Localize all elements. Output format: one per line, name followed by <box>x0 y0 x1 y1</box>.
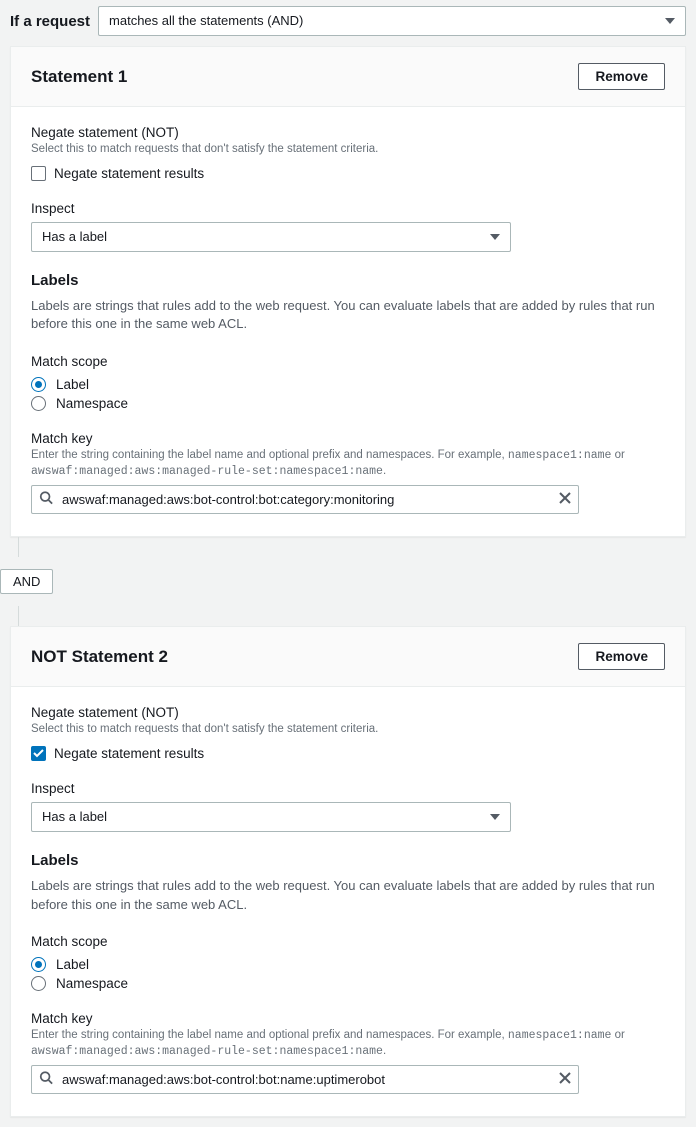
inspect-section: Inspect Has a label <box>31 781 665 832</box>
and-pill: AND <box>0 569 53 594</box>
labels-desc: Labels are strings that rules add to the… <box>31 297 665 335</box>
statement-2-panel: NOT Statement 2 Remove Negate statement … <box>10 626 686 1117</box>
remove-button[interactable]: Remove <box>578 643 665 670</box>
statement-1-panel: Statement 1 Remove Negate statement (NOT… <box>10 46 686 537</box>
negate-hint: Select this to match requests that don't… <box>31 722 665 738</box>
labels-title: Labels <box>31 272 665 289</box>
negate-checkbox-label: Negate statement results <box>54 746 204 761</box>
caret-down-icon <box>490 234 500 240</box>
match-key-section: Match key Enter the string containing th… <box>31 431 665 514</box>
match-scope-radio-label[interactable] <box>31 377 46 392</box>
match-scope-radio-namespace[interactable] <box>31 396 46 411</box>
inspect-section: Inspect Has a label <box>31 201 665 252</box>
match-scope-section: Match scope Label Namespace <box>31 934 665 991</box>
inspect-label: Inspect <box>31 781 665 796</box>
labels-title: Labels <box>31 852 665 869</box>
match-scope-label: Match scope <box>31 934 665 949</box>
negate-checkbox-label: Negate statement results <box>54 166 204 181</box>
statement-2-title: NOT Statement 2 <box>31 647 168 667</box>
labels-section: Labels Labels are strings that rules add… <box>31 852 665 915</box>
search-icon <box>39 490 53 509</box>
statement-1-header: Statement 1 Remove <box>11 47 685 107</box>
match-key-label: Match key <box>31 1011 665 1026</box>
labels-desc: Labels are strings that rules add to the… <box>31 877 665 915</box>
negate-title: Negate statement (NOT) <box>31 125 665 140</box>
inspect-select[interactable]: Has a label <box>31 802 511 832</box>
match-key-hint: Enter the string containing the label na… <box>31 448 665 479</box>
statement-1-title: Statement 1 <box>31 67 127 87</box>
negate-title: Negate statement (NOT) <box>31 705 665 720</box>
clear-icon[interactable] <box>559 491 571 509</box>
clear-icon[interactable] <box>559 1071 571 1089</box>
match-scope-label: Match scope <box>31 354 665 369</box>
search-icon <box>39 1070 53 1089</box>
match-scope-option-label: Label <box>56 377 89 392</box>
negate-section: Negate statement (NOT) Select this to ma… <box>31 125 665 181</box>
labels-section: Labels Labels are strings that rules add… <box>31 272 665 335</box>
inspect-select-value: Has a label <box>42 809 107 824</box>
caret-down-icon <box>490 814 500 820</box>
inspect-select[interactable]: Has a label <box>31 222 511 252</box>
match-scope-option-label: Label <box>56 957 89 972</box>
match-key-input[interactable] <box>31 485 579 514</box>
match-scope-radio-label[interactable] <box>31 957 46 972</box>
negate-checkbox[interactable] <box>31 746 46 761</box>
negate-hint: Select this to match requests that don't… <box>31 142 665 158</box>
statement-2-header: NOT Statement 2 Remove <box>11 627 685 687</box>
match-scope-option-namespace: Namespace <box>56 976 128 991</box>
connector: AND <box>10 537 686 626</box>
if-request-row: If a request matches all the statements … <box>10 6 686 36</box>
remove-button[interactable]: Remove <box>578 63 665 90</box>
negate-checkbox[interactable] <box>31 166 46 181</box>
caret-down-icon <box>665 18 675 24</box>
match-key-input[interactable] <box>31 1065 579 1094</box>
match-scope-section: Match scope Label Namespace <box>31 354 665 411</box>
negate-section: Negate statement (NOT) Select this to ma… <box>31 705 665 761</box>
if-request-select[interactable]: matches all the statements (AND) <box>98 6 686 36</box>
if-request-select-value: matches all the statements (AND) <box>109 13 303 28</box>
inspect-label: Inspect <box>31 201 665 216</box>
match-scope-radio-namespace[interactable] <box>31 976 46 991</box>
match-scope-option-namespace: Namespace <box>56 396 128 411</box>
match-key-label: Match key <box>31 431 665 446</box>
if-request-label: If a request <box>10 13 90 30</box>
match-key-hint: Enter the string containing the label na… <box>31 1028 665 1059</box>
inspect-select-value: Has a label <box>42 229 107 244</box>
